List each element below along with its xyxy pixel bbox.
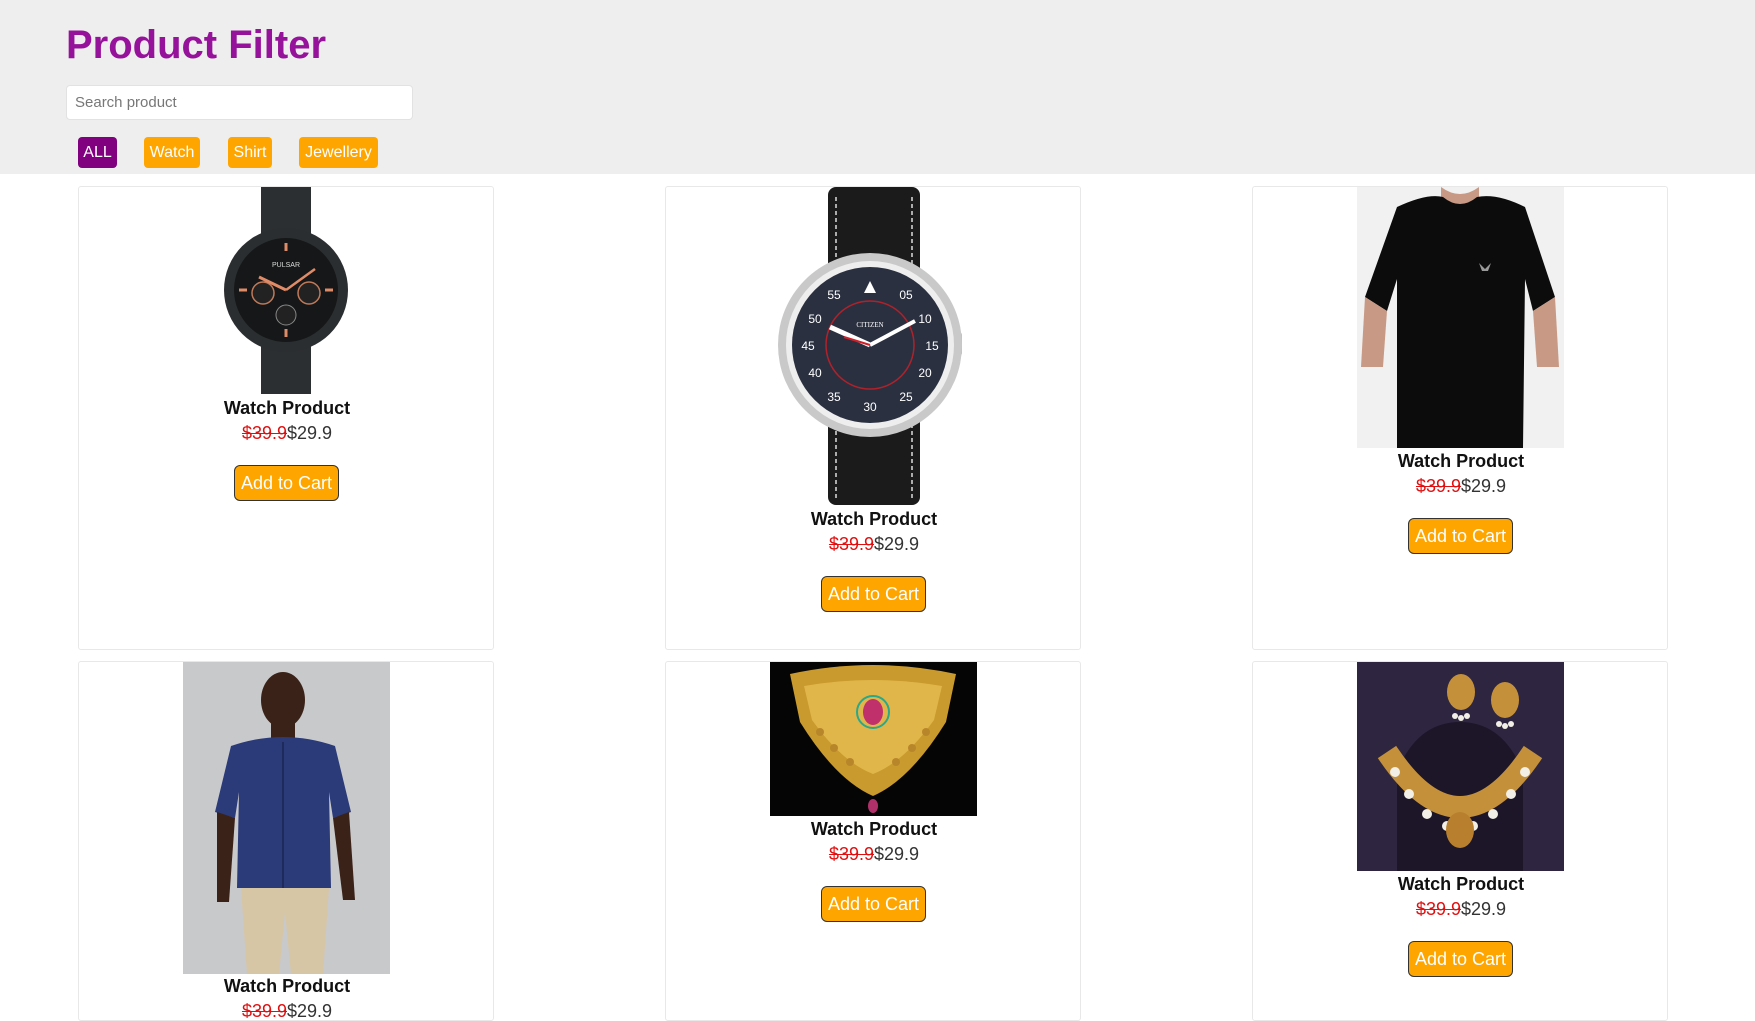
current-price: $29.9 <box>1461 476 1507 496</box>
svg-text:45: 45 <box>801 339 815 353</box>
svg-text:PULSAR: PULSAR <box>272 262 300 269</box>
filter-watch-button[interactable]: Watch <box>144 137 200 168</box>
svg-text:20: 20 <box>918 366 932 380</box>
product-price: $39.9$29.9 <box>1253 476 1667 497</box>
current-price: $29.9 <box>874 844 920 864</box>
product-image-shirt <box>183 662 390 974</box>
product-card: Watch Product $39.9$29.9 Add to Cart <box>1252 186 1668 650</box>
add-to-cart-button[interactable]: Add to Cart <box>821 576 926 612</box>
svg-text:05: 05 <box>899 288 913 302</box>
product-name: Watch Product <box>810 819 938 839</box>
add-to-cart-button[interactable]: Add to Cart <box>821 886 926 922</box>
add-to-cart-button[interactable]: Add to Cart <box>234 465 339 501</box>
product-name: Watch Product <box>1397 451 1525 471</box>
page-title: Product Filter <box>66 23 327 67</box>
product-image-shirt <box>1357 187 1564 448</box>
add-to-cart-button[interactable]: Add to Cart <box>1408 941 1513 977</box>
product-card: Watch Product $39.9$29.9 Add to Cart <box>665 661 1081 1021</box>
old-price: $39.9 <box>828 534 874 554</box>
product-name: Watch Product <box>810 509 938 529</box>
product-card: 05 10 15 20 25 30 35 40 45 50 55 CITIZEN Watch … <box>665 186 1081 650</box>
current-price: $29.9 <box>287 1001 333 1021</box>
product-name: Watch Product <box>223 976 351 996</box>
filter-jewellery-button[interactable]: Jewellery <box>299 137 378 168</box>
svg-text:50: 50 <box>808 312 822 326</box>
product-price: $39.9$29.9 <box>79 1001 493 1021</box>
svg-text:CITIZEN: CITIZEN <box>856 321 883 329</box>
product-image-jewellery <box>770 662 977 816</box>
svg-text:15: 15 <box>925 339 939 353</box>
old-price: $39.9 <box>241 423 287 443</box>
product-card: Watch Product $39.9$29.9 <box>78 661 494 1021</box>
svg-text:40: 40 <box>808 366 822 380</box>
product-price: $39.9$29.9 <box>666 844 1080 865</box>
product-image-jewellery <box>1357 662 1564 871</box>
product-name: Watch Product <box>223 398 351 418</box>
filter-all-button[interactable]: ALL <box>78 137 117 168</box>
svg-text:25: 25 <box>899 390 913 404</box>
filter-shirt-button[interactable]: Shirt <box>228 137 272 168</box>
product-image-watch: PULSAR <box>183 187 390 394</box>
product-price: $39.9$29.9 <box>666 534 1080 555</box>
svg-text:30: 30 <box>863 400 877 414</box>
product-price: $39.9$29.9 <box>79 423 493 444</box>
current-price: $29.9 <box>287 423 333 443</box>
search-input[interactable] <box>66 85 413 120</box>
current-price: $29.9 <box>874 534 920 554</box>
product-card: PULSAR Watch Product $39.9$29.9 Add to C… <box>78 186 494 650</box>
header: Product Filter ALL Watch Shirt Jewellery <box>0 0 1755 174</box>
product-name: Watch Product <box>1397 874 1525 894</box>
old-price: $39.9 <box>1415 476 1461 496</box>
product-card: Watch Product $39.9$29.9 Add to Cart <box>1252 661 1668 1021</box>
svg-text:35: 35 <box>827 390 841 404</box>
add-to-cart-button[interactable]: Add to Cart <box>1408 518 1513 554</box>
svg-text:10: 10 <box>918 312 932 326</box>
product-price: $39.9$29.9 <box>1253 899 1667 920</box>
product-image-watch: 05 10 15 20 25 30 35 40 45 50 55 CITIZEN <box>770 187 977 505</box>
old-price: $39.9 <box>1415 899 1461 919</box>
current-price: $29.9 <box>1461 899 1507 919</box>
old-price: $39.9 <box>241 1001 287 1021</box>
old-price: $39.9 <box>828 844 874 864</box>
svg-text:55: 55 <box>827 288 841 302</box>
